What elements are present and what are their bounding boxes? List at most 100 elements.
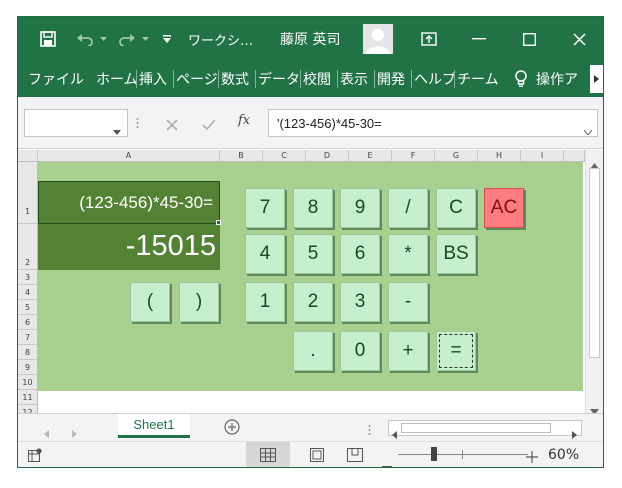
key-3[interactable]: 3 xyxy=(340,282,380,322)
ribbon-display-icon[interactable] xyxy=(414,17,444,61)
horizontal-scrollbar[interactable] xyxy=(388,420,582,439)
result-cell[interactable]: -15015 xyxy=(38,224,220,270)
column-header-i[interactable]: I xyxy=(521,150,564,162)
key-2[interactable]: 2 xyxy=(293,282,333,322)
column-header-h[interactable]: H xyxy=(478,150,521,162)
key-right-paren[interactable]: ) xyxy=(179,282,219,322)
key-5[interactable]: 5 xyxy=(293,234,333,274)
column-header-e[interactable]: E xyxy=(349,150,392,162)
key-plus[interactable]: + xyxy=(388,331,428,371)
undo-icon[interactable] xyxy=(72,17,98,61)
row-header-2[interactable]: 2 xyxy=(18,224,38,270)
customize-qat-icon[interactable] xyxy=(160,17,174,61)
zoom-slider-thumb[interactable] xyxy=(431,447,437,461)
tab-help[interactable]: ヘルプ xyxy=(414,66,454,92)
tab-file[interactable]: ファイル xyxy=(28,66,84,92)
key-1[interactable]: 1 xyxy=(245,282,285,322)
row-header-5[interactable]: 5 xyxy=(18,300,38,315)
row-header-8[interactable]: 8 xyxy=(18,345,38,360)
tab-splitter-icon[interactable] xyxy=(368,421,371,440)
key-9[interactable]: 9 xyxy=(340,188,380,228)
row-header-3[interactable]: 3 xyxy=(18,270,38,285)
macro-icon[interactable] xyxy=(28,447,42,466)
key-equals[interactable]: = xyxy=(436,331,476,371)
chevron-down-icon[interactable] xyxy=(113,120,121,139)
ribbon-more-icon[interactable] xyxy=(590,65,603,93)
user-avatar-icon[interactable] xyxy=(362,17,394,61)
scroll-down-icon[interactable] xyxy=(590,400,599,413)
page-layout-icon[interactable] xyxy=(302,442,332,467)
column-header-a[interactable]: A xyxy=(38,150,220,162)
tab-insert[interactable]: 挿入 xyxy=(139,66,167,92)
row-header-12[interactable]: 12 xyxy=(18,405,38,413)
tab-formulas[interactable]: 数式 xyxy=(221,66,249,92)
zoom-in-icon[interactable] xyxy=(526,448,538,467)
vertical-scrollbar[interactable] xyxy=(585,150,603,413)
vertical-scroll-thumb[interactable] xyxy=(589,168,600,358)
column-header-c[interactable]: C xyxy=(263,150,306,162)
row-header-4[interactable]: 4 xyxy=(18,285,38,300)
insert-function-icon[interactable]: fx xyxy=(238,113,250,128)
tab-page-layout[interactable]: ページ xyxy=(176,66,218,92)
zoom-out-icon[interactable] xyxy=(382,453,392,467)
sheet-tab-sheet1[interactable]: Sheet1 xyxy=(118,414,190,438)
save-icon[interactable] xyxy=(34,17,62,61)
cancel-icon[interactable] xyxy=(166,116,178,135)
key-decimal[interactable]: . xyxy=(293,331,333,371)
close-icon[interactable] xyxy=(564,17,594,61)
key-7[interactable]: 7 xyxy=(245,188,285,228)
expression-cell[interactable]: (123-456)*45-30= xyxy=(38,181,220,224)
prev-sheet-icon[interactable] xyxy=(44,423,49,442)
redo-dropdown-icon[interactable] xyxy=(140,17,150,61)
account-name[interactable]: 藤原 英司 xyxy=(280,17,352,61)
zoom-level[interactable]: 60% xyxy=(548,442,579,467)
expand-formula-icon[interactable] xyxy=(583,120,593,139)
key-divide[interactable]: / xyxy=(388,188,428,228)
redo-icon[interactable] xyxy=(114,17,140,61)
key-4[interactable]: 4 xyxy=(245,234,285,274)
formula-input[interactable]: '(123-456)*45-30= xyxy=(268,109,598,137)
zoom-slider[interactable] xyxy=(398,454,528,455)
next-sheet-icon[interactable] xyxy=(72,423,77,442)
minimize-icon[interactable] xyxy=(464,17,494,61)
key-clear[interactable]: C xyxy=(436,188,476,228)
column-header-f[interactable]: F xyxy=(392,150,435,162)
normal-view-icon[interactable] xyxy=(246,442,290,467)
key-backspace[interactable]: BS xyxy=(436,234,476,274)
fill-handle[interactable] xyxy=(216,220,221,225)
undo-dropdown-icon[interactable] xyxy=(98,17,108,61)
key-8[interactable]: 8 xyxy=(293,188,333,228)
enter-icon[interactable] xyxy=(202,116,216,135)
row-header-7[interactable]: 7 xyxy=(18,330,38,345)
name-box[interactable] xyxy=(24,109,128,137)
tab-review[interactable]: 校閲 xyxy=(303,66,331,92)
tell-me-search[interactable]: 操作ア xyxy=(536,66,588,92)
lightbulb-icon[interactable] xyxy=(514,66,528,92)
key-0[interactable]: 0 xyxy=(340,331,380,371)
tab-data[interactable]: データ xyxy=(258,66,300,92)
tab-team[interactable]: チーム xyxy=(457,66,501,92)
key-multiply[interactable]: * xyxy=(388,234,428,274)
column-header-d[interactable]: D xyxy=(306,150,349,162)
key-6[interactable]: 6 xyxy=(340,234,380,274)
tab-home[interactable]: ホーム xyxy=(96,66,136,92)
maximize-icon[interactable] xyxy=(514,17,544,61)
formula-bar-splitter-icon[interactable] xyxy=(136,115,142,131)
row-header-9[interactable]: 9 xyxy=(18,360,38,375)
row-header-1[interactable]: 1 xyxy=(18,162,38,224)
horizontal-scroll-thumb[interactable] xyxy=(401,423,551,433)
row-header-6[interactable]: 6 xyxy=(18,315,38,330)
column-header-g[interactable]: G xyxy=(435,150,478,162)
row-header-11[interactable]: 11 xyxy=(18,390,38,405)
page-break-icon[interactable] xyxy=(340,442,370,467)
key-left-paren[interactable]: ( xyxy=(130,282,170,322)
column-header-b[interactable]: B xyxy=(220,150,263,162)
tab-developer[interactable]: 開発 xyxy=(377,66,405,92)
tab-view[interactable]: 表示 xyxy=(340,66,368,92)
key-all-clear[interactable]: AC xyxy=(484,188,524,228)
key-minus[interactable]: - xyxy=(388,282,428,322)
add-sheet-icon[interactable] xyxy=(224,419,240,439)
select-all-corner[interactable] xyxy=(18,150,38,162)
row-header-10[interactable]: 10 xyxy=(18,375,38,390)
excel-window: ワークシ… 藤原 英司 ファイル ホーム 挿入 ページ 数式 データ 校閲 表示… xyxy=(17,16,604,468)
